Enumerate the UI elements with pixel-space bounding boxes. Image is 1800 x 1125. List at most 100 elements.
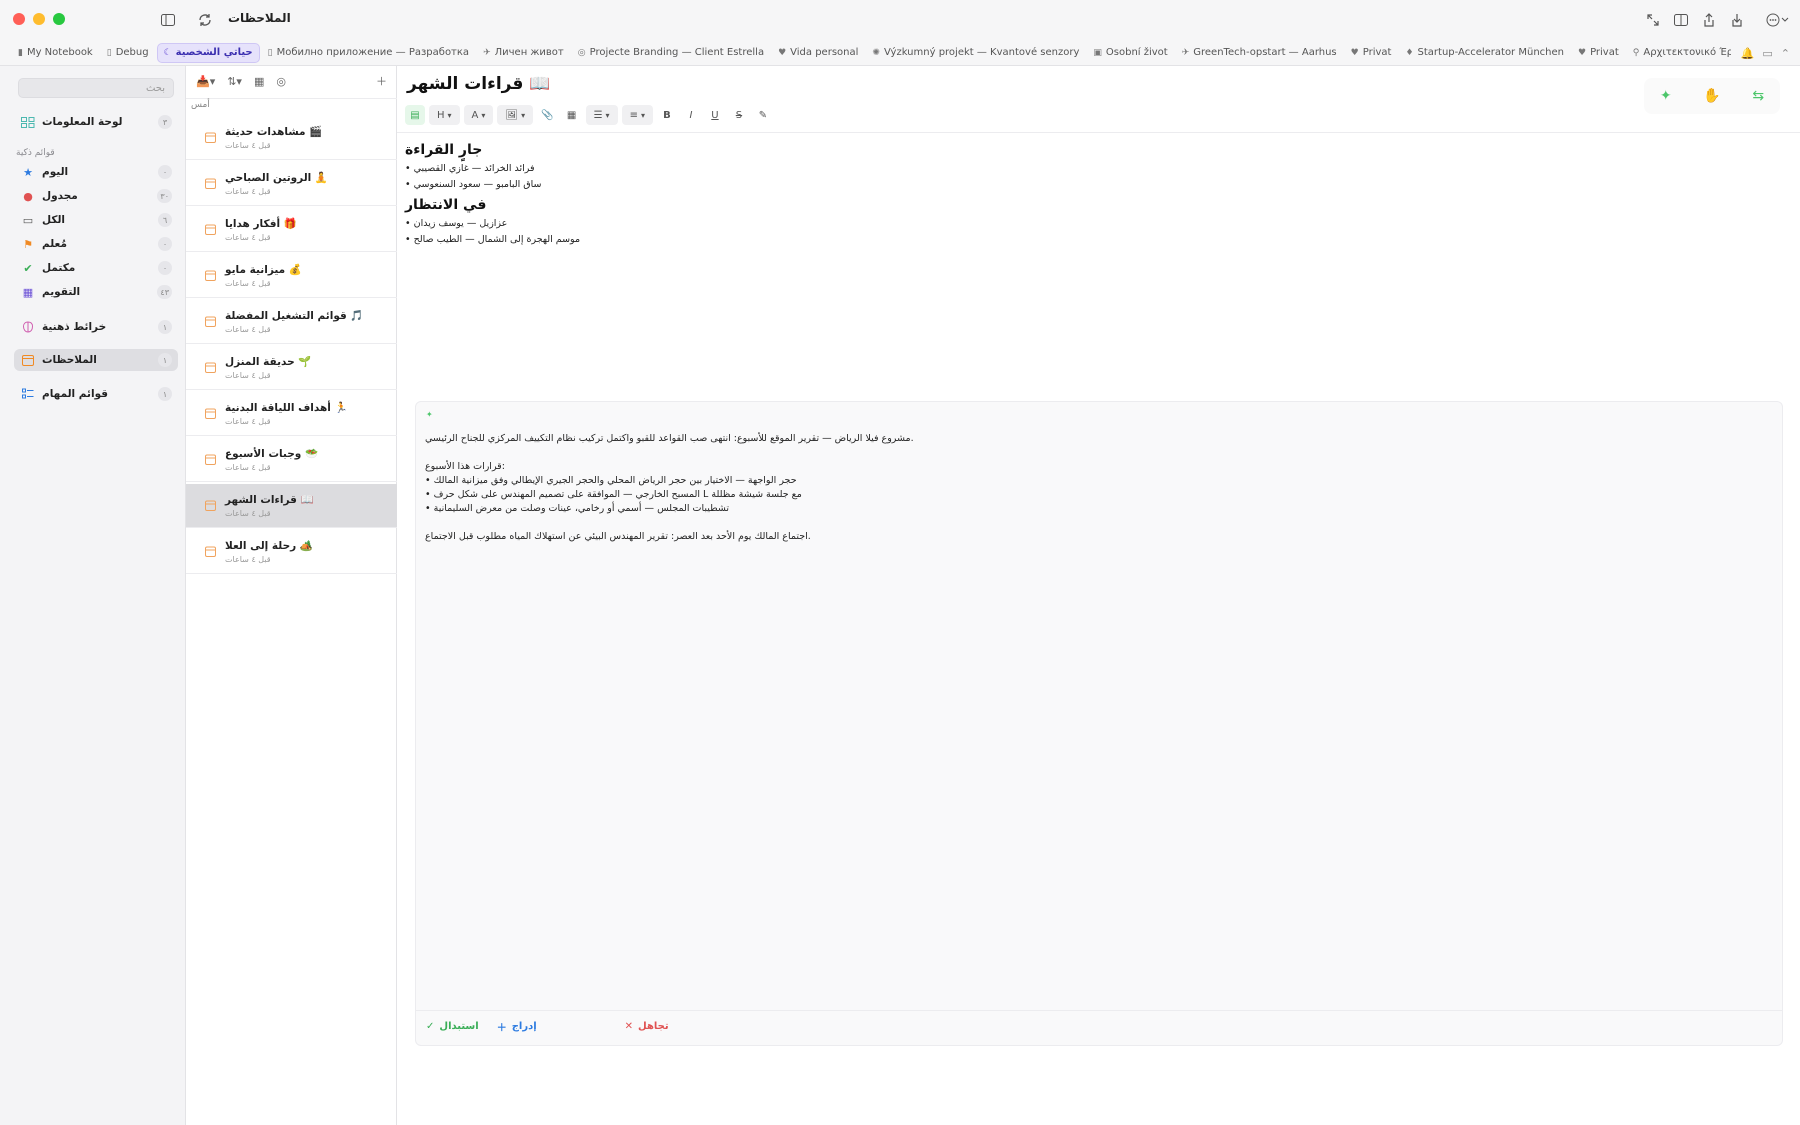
inbox-filter-icon[interactable]: 📥▾ bbox=[196, 75, 215, 88]
align-dropdown[interactable]: ☰ ▾ bbox=[585, 105, 618, 125]
text-size-dropdown[interactable]: A ▾ bbox=[463, 105, 494, 125]
translate-icon[interactable]: ⇆ bbox=[1752, 88, 1764, 104]
note-list-item[interactable]: حديقة المنزل 🌱 قبل ٤ ساعات bbox=[186, 346, 397, 390]
tab-label: Privat bbox=[1362, 47, 1392, 58]
more-options-icon[interactable] bbox=[1763, 10, 1793, 30]
table-icon[interactable]: ▦ bbox=[562, 105, 582, 125]
note-title: ميزانية مايو 💰 bbox=[225, 264, 302, 276]
plane-icon: ✈ bbox=[1181, 47, 1190, 58]
notebook-tab[interactable]: ♦ Startup-Accelerator München bbox=[1399, 43, 1570, 63]
sidebar-item-dashboard[interactable]: لوحة المعلومات ٣ bbox=[14, 111, 178, 133]
replace-button[interactable]: ✓ استبدال bbox=[426, 1021, 479, 1032]
ai-paragraph: قرارات هذا الأسبوع: bbox=[425, 461, 505, 472]
sidebar-item-smart-list[interactable]: ⚑ مُعلم ٠ bbox=[14, 233, 178, 255]
sort-icon[interactable]: ⇅▾ bbox=[227, 75, 242, 88]
sidebar-item-count: ١ bbox=[158, 320, 172, 334]
add-note-icon[interactable]: ＋ bbox=[376, 73, 387, 89]
underline-icon[interactable]: U bbox=[705, 105, 725, 125]
sidebar-item-smart-list[interactable]: ▦ التقويم ٤٣ bbox=[14, 281, 178, 303]
note-list-item[interactable]: وجبات الأسبوع 🥗 قبل ٤ ساعات bbox=[186, 438, 397, 482]
sidebar-item-count: ٣ bbox=[158, 115, 172, 129]
note-title: مشاهدات حديثة 🎬 bbox=[225, 126, 323, 138]
notebook-tab[interactable]: ♥ Privat bbox=[1345, 43, 1398, 63]
split-view-icon[interactable] bbox=[1671, 10, 1691, 30]
note-icon bbox=[204, 408, 216, 420]
sidebar: بحث لوحة المعلومات ٣ قوائم ذكية ★ اليوم ٠ ●… bbox=[0, 66, 186, 1125]
note-list-item[interactable]: مشاهدات حديثة 🎬 قبل ٤ ساعات bbox=[186, 116, 397, 160]
note-title[interactable]: قراءات الشهر 📖 bbox=[407, 74, 550, 94]
divider bbox=[397, 132, 1800, 133]
heading-dropdown[interactable]: H ▾ bbox=[429, 105, 460, 125]
tab-label: Личен живот bbox=[494, 47, 564, 58]
list-dropdown[interactable]: ≡ ▾ bbox=[621, 105, 653, 125]
tab-label: Debug bbox=[115, 47, 149, 58]
check-filter-icon[interactable]: ◎ bbox=[276, 75, 286, 88]
note-list-item[interactable]: قراءات الشهر 📖 قبل ٤ ساعات bbox=[186, 484, 397, 528]
tab-label: Privat bbox=[1590, 47, 1619, 58]
notebook-tab[interactable]: ▯ Debug bbox=[101, 43, 155, 63]
panel-icon[interactable]: ▭ bbox=[1762, 47, 1772, 60]
sidebar-item-smart-list[interactable]: ▭ الكل ٦ bbox=[14, 209, 178, 231]
image-dropdown[interactable]: 🖼 ▾ bbox=[497, 105, 534, 125]
ai-tools-group: ✦ ✋ ⇆ bbox=[1644, 78, 1780, 114]
zoom-window-button[interactable] bbox=[53, 13, 65, 25]
note-list-item[interactable]: أهداف اللياقة البدنية 🏃 قبل ٤ ساعات bbox=[186, 392, 397, 436]
view-mode-icon[interactable]: ▦ bbox=[254, 75, 264, 88]
insert-button[interactable]: ＋ إدراج bbox=[497, 1019, 537, 1034]
bold-icon[interactable]: B bbox=[657, 105, 677, 125]
notebook-tab[interactable]: ✈ GreenTech-opstart — Aarhus bbox=[1176, 43, 1343, 63]
sidebar-item-smart-list[interactable]: ★ اليوم ٠ bbox=[14, 161, 178, 183]
note-body[interactable]: جارٍ القراءة • فرائد الخرائد — غازي القص… bbox=[405, 140, 1105, 248]
sidebar-item-tasks[interactable]: قوائم المهام ١ bbox=[14, 383, 178, 405]
note-list-item[interactable]: رحلة إلى العلا 🏕️ قبل ٤ ساعات bbox=[186, 530, 397, 574]
notebook-tab[interactable]: ✺ Výzkumný projekt — Kvantové senzory bbox=[866, 43, 1085, 63]
sidebar-item-mind-maps[interactable]: خرائط ذهنية ١ bbox=[14, 316, 178, 338]
chevron-up-icon[interactable]: ⌃ bbox=[1781, 47, 1790, 60]
download-icon[interactable] bbox=[1727, 10, 1747, 30]
sidebar-item-smart-list[interactable]: ● مجدول ٣٠ bbox=[14, 185, 178, 207]
notebook-tab[interactable]: ▮ My Notebook bbox=[12, 43, 99, 63]
plus-icon: ＋ bbox=[496, 1023, 507, 1034]
ai-paragraph: اجتماع المالك يوم الأحد بعد العصر: تقرير… bbox=[425, 531, 811, 542]
close-window-button[interactable] bbox=[13, 13, 25, 25]
note-list-item[interactable]: أفكار هدايا 🎁 قبل ٤ ساعات bbox=[186, 208, 397, 252]
notebook-tab[interactable]: ☾ حياتي الشخصية bbox=[156, 42, 260, 63]
list-item: • فرائد الخرائد — غازي القصيبي bbox=[405, 163, 535, 174]
tab-label: Startup-Accelerator München bbox=[1417, 47, 1564, 58]
note-title: قراءات الشهر 📖 bbox=[225, 494, 314, 506]
sidebar-toggle-icon[interactable] bbox=[158, 10, 178, 30]
strikethrough-icon[interactable]: S bbox=[729, 105, 749, 125]
ai-suggestion-text[interactable]: مشروع فيلا الرياض — تقرير الموقع للأسبوع… bbox=[425, 432, 1325, 544]
notebook-tab[interactable]: ◎ Projecte Branding — Client Estrella bbox=[572, 43, 770, 63]
attachment-icon[interactable]: 📎 bbox=[537, 105, 557, 125]
share-icon[interactable] bbox=[1699, 10, 1719, 30]
notebook-tab[interactable]: ♥ Vida personal bbox=[772, 43, 864, 63]
search-input[interactable]: بحث bbox=[18, 78, 174, 98]
brain-icon bbox=[20, 319, 36, 335]
expand-icon[interactable] bbox=[1643, 10, 1663, 30]
hand-icon[interactable]: ✋ bbox=[1703, 88, 1720, 104]
note-list-item[interactable]: ميزانية مايو 💰 قبل ٤ ساعات bbox=[186, 254, 397, 298]
notebook-tab[interactable]: ▯ Мобилно приложение — Разработка bbox=[262, 43, 475, 63]
note-format-icon[interactable]: ▤ bbox=[405, 105, 425, 125]
notebook-tab[interactable]: ✈ Личен живот bbox=[477, 43, 570, 63]
highlight-pen-icon[interactable]: ✎ bbox=[753, 105, 773, 125]
ai-paragraph: • حجر الواجهة — الاختيار بين حجر الرياض … bbox=[425, 475, 797, 486]
sidebar-item-smart-list[interactable]: ✔ مكتمل ٠ bbox=[14, 257, 178, 279]
bell-icon[interactable]: 🔔 bbox=[1741, 47, 1755, 60]
sidebar-item-count: ٠ bbox=[158, 261, 172, 275]
note-list-item[interactable]: الروتين الصباحي 🧘 قبل ٤ ساعات bbox=[186, 162, 397, 206]
note-list-item[interactable]: قوائم التشغيل المفضلة 🎵 قبل ٤ ساعات bbox=[186, 300, 397, 344]
minimize-window-button[interactable] bbox=[33, 13, 45, 25]
heart-icon: ♥ bbox=[778, 47, 787, 58]
search-placeholder: بحث bbox=[145, 82, 165, 94]
italic-icon[interactable]: I bbox=[681, 105, 701, 125]
sparkle-icon[interactable]: ✦ bbox=[1660, 88, 1672, 104]
smart-lists-heading: قوائم ذكية bbox=[16, 148, 55, 158]
notebook-tab[interactable]: ▣ Osobní život bbox=[1087, 43, 1173, 63]
notebook-tab[interactable]: ♥ Privat bbox=[1572, 43, 1625, 63]
note-icon bbox=[204, 546, 216, 558]
ignore-button[interactable]: ✕ تجاهل bbox=[625, 1021, 669, 1032]
sidebar-item-notes[interactable]: الملاحظات ١ bbox=[14, 349, 178, 371]
sync-icon[interactable] bbox=[195, 10, 215, 30]
